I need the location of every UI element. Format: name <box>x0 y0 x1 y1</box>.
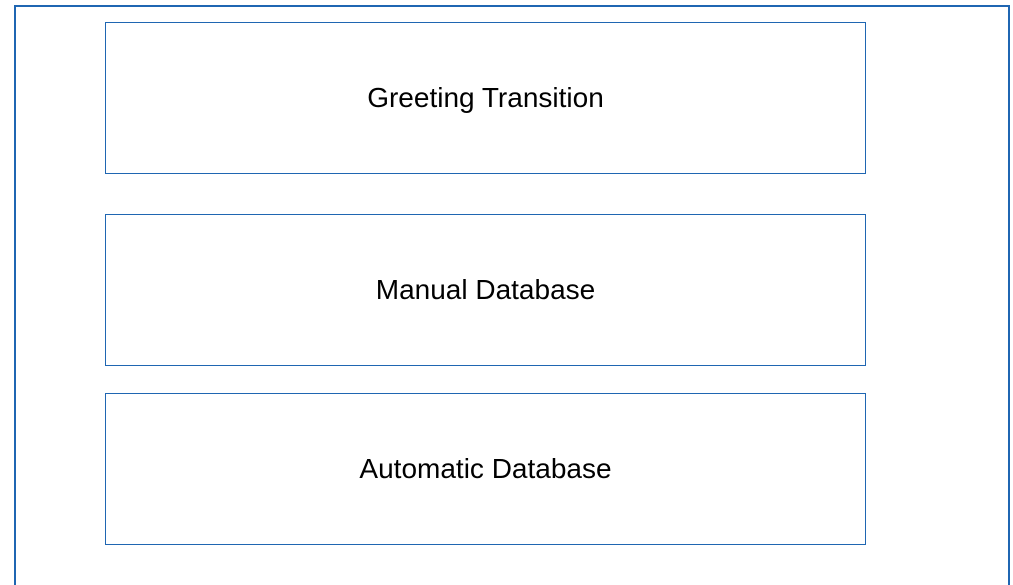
automatic-database-label: Automatic Database <box>359 453 612 484</box>
automatic-database-box: Automatic Database <box>105 393 866 545</box>
greeting-transition-label: Greeting Transition <box>367 82 604 113</box>
manual-database-label: Manual Database <box>375 274 596 305</box>
greeting-transition-box: Greeting Transition <box>105 22 866 174</box>
manual-database-box: Manual Database <box>105 214 866 366</box>
